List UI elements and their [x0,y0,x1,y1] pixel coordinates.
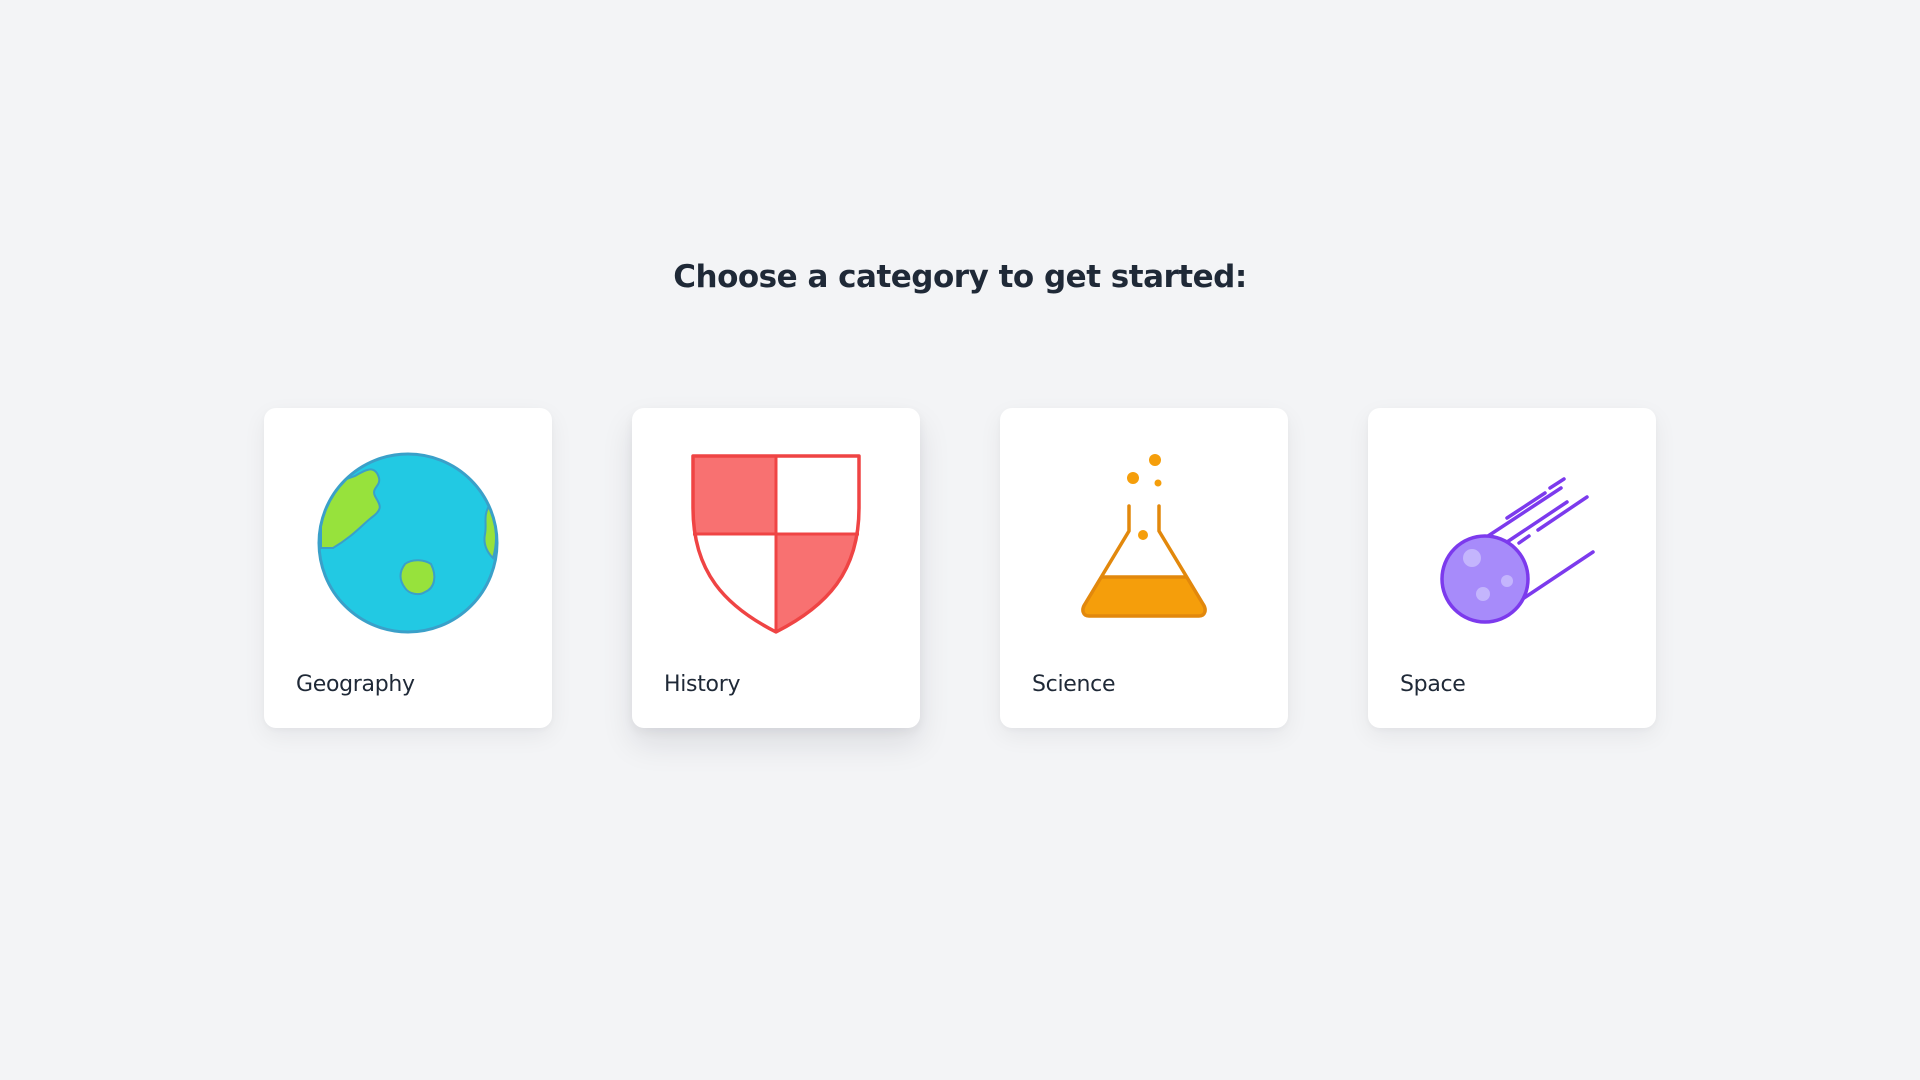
category-card-science[interactable]: Science [1000,408,1288,728]
shield-icon [681,448,871,638]
category-selection-page: Choose a category to get started: Geogra… [0,0,1920,1080]
category-label-history: History [664,672,741,697]
category-card-space[interactable]: Space [1368,408,1656,728]
page-title: Choose a category to get started: [673,259,1247,295]
flask-icon [1049,448,1239,638]
category-label-space: Space [1400,672,1466,697]
category-card-list: Geography History Science Space [264,408,1656,728]
comet-icon [1417,448,1607,638]
category-label-science: Science [1032,672,1116,697]
category-card-history[interactable]: History [632,408,920,728]
category-card-geography[interactable]: Geography [264,408,552,728]
globe-icon [313,448,503,638]
category-label-geography: Geography [296,672,415,697]
